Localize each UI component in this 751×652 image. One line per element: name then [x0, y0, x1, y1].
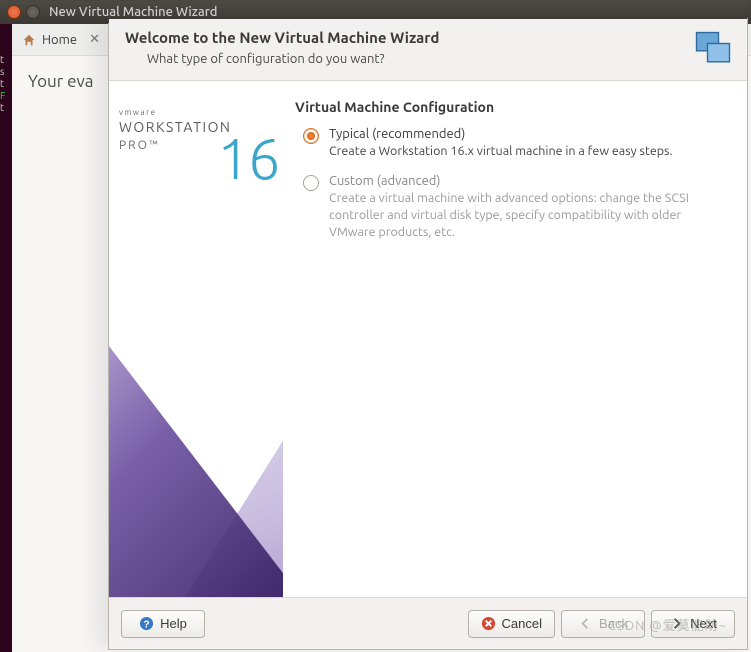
option-typical-label: Typical (recommended): [329, 127, 673, 141]
window-minimize-icon[interactable]: [26, 5, 40, 19]
brand-pro: PRO™: [119, 138, 231, 155]
wizard-footer: ? Help Cancel Back Next: [109, 597, 747, 649]
brand-vmware: vmware: [119, 107, 231, 118]
svg-text:?: ?: [143, 619, 149, 630]
window-title: New Virtual Machine Wizard: [49, 5, 217, 19]
option-custom[interactable]: Custom (advanced) Create a virtual machi…: [295, 174, 725, 241]
tab-close-icon[interactable]: ✕: [89, 32, 100, 47]
background-eval-text: Your eva: [28, 72, 93, 91]
home-icon: [22, 33, 36, 47]
tab-home[interactable]: Home: [42, 33, 77, 47]
option-typical-desc: Create a Workstation 16.x virtual machin…: [329, 143, 673, 160]
help-icon: ?: [139, 616, 154, 631]
new-vm-wizard-dialog: New Virtual Machine Wizard Welcome to th…: [108, 18, 748, 650]
radio-typical[interactable]: [303, 128, 319, 144]
next-button[interactable]: Next: [651, 610, 735, 638]
option-custom-label: Custom (advanced): [329, 174, 725, 188]
option-custom-desc: Create a virtual machine with advanced o…: [329, 190, 725, 241]
wizard-subheading: What type of configuration do you want?: [147, 52, 731, 66]
wizard-header: Welcome to the New Virtual Machine Wizar…: [109, 19, 747, 81]
radio-custom[interactable]: [303, 175, 319, 191]
cancel-button[interactable]: Cancel: [468, 610, 555, 638]
wizard-heading: Welcome to the New Virtual Machine Wizar…: [125, 29, 731, 46]
wizard-header-icon: [691, 27, 735, 71]
wizard-sidebar-graphic: vmware WORKSTATION PRO™ 16: [109, 81, 283, 597]
window-close-icon[interactable]: [7, 5, 21, 19]
config-section-title: Virtual Machine Configuration: [295, 99, 725, 115]
next-icon: [669, 616, 684, 631]
wizard-content: Virtual Machine Configuration Typical (r…: [283, 81, 747, 597]
brand-workstation: WORKSTATION: [119, 118, 231, 138]
cancel-icon: [481, 616, 496, 631]
option-typical[interactable]: Typical (recommended) Create a Workstati…: [295, 127, 725, 160]
terminal-gutter: tstFt: [0, 24, 12, 652]
brand-version-number: 16: [217, 125, 278, 190]
help-button[interactable]: ? Help: [121, 610, 205, 638]
back-icon: [578, 616, 593, 631]
back-button[interactable]: Back: [561, 610, 645, 638]
